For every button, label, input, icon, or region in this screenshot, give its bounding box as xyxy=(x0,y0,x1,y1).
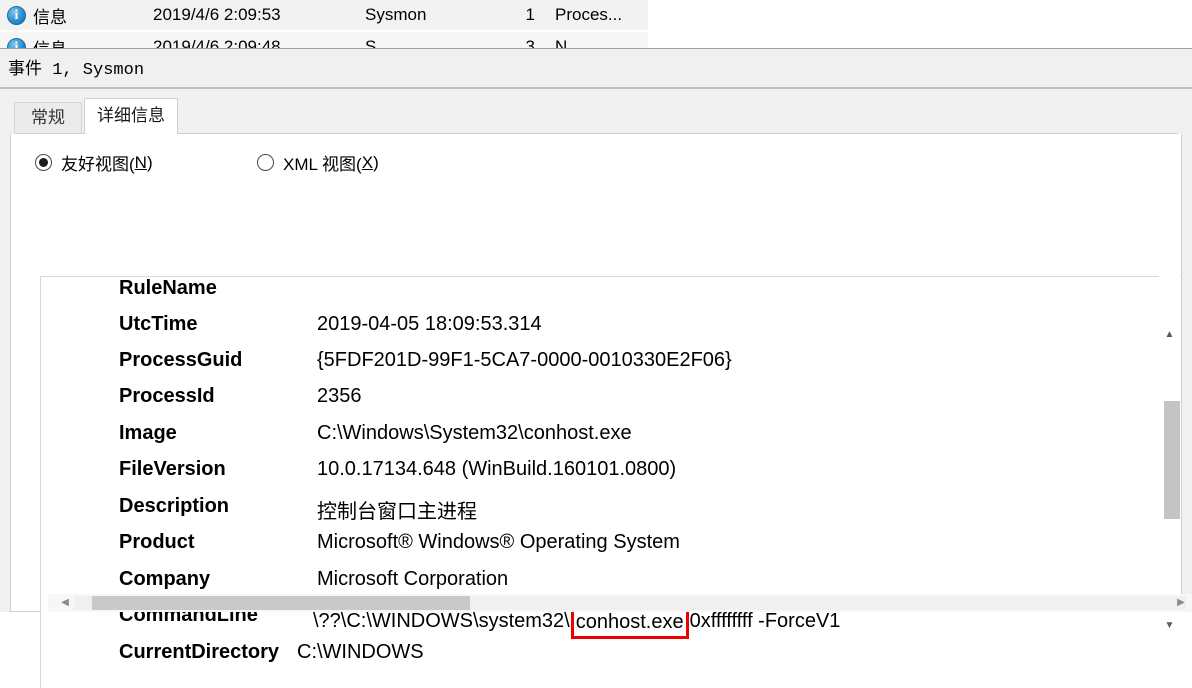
event-id: 1 xyxy=(525,5,535,24)
event-source: S xyxy=(365,37,377,48)
radio-xml-view-label-end: ) xyxy=(373,152,379,172)
detail-label: Description xyxy=(119,495,230,517)
detail-value: C:\WINDOWS xyxy=(297,641,424,663)
tab-baseline xyxy=(14,133,1178,134)
info-icon xyxy=(7,37,26,48)
radio-xml-view-label: XML 视图( xyxy=(283,155,362,174)
event-level: 信息 xyxy=(33,7,67,27)
scroll-left-icon[interactable]: ◀ xyxy=(56,594,74,612)
detail-row: Product Microsoft® Windows® Operating Sy… xyxy=(41,531,1161,567)
title-underline xyxy=(0,87,1192,89)
event-list-row[interactable]: 信息 2019/4/6 2:09:53 Sysmon 1 Proces... xyxy=(0,0,648,30)
radio-xml-view[interactable]: XML 视图(X) xyxy=(257,150,379,175)
horizontal-scroll-thumb[interactable] xyxy=(92,596,470,610)
info-icon xyxy=(7,5,26,25)
scroll-right-icon[interactable]: ▶ xyxy=(1172,594,1190,612)
detail-row: ProcessGuid {5FDF201D-99F1-5CA7-0000-001… xyxy=(41,349,1161,385)
radio-friendly-view[interactable]: 友好视图(N) xyxy=(35,150,153,175)
detail-label: ProcessId xyxy=(119,385,215,407)
detail-value: {5FDF201D-99F1-5CA7-0000-0010330E2F06} xyxy=(317,349,732,371)
event-detail-title: 事件 1, Sysmon xyxy=(0,56,1192,86)
detail-value: Microsoft Corporation xyxy=(317,568,509,590)
detail-label: ProcessGuid xyxy=(119,349,243,371)
radio-friendly-view-label: 友好视图( xyxy=(61,155,135,174)
radio-xml-view-mark[interactable] xyxy=(257,154,274,171)
detail-value: 10.0.17134.648 (WinBuild.160101.0800) xyxy=(317,458,677,480)
event-detail-pane[interactable]: RuleName UtcTime 2019-04-05 18:09:53.314… xyxy=(40,276,1181,688)
tab-active-mask xyxy=(85,132,177,135)
detail-label: CurrentDirectory xyxy=(119,641,280,663)
vertical-scroll-thumb[interactable] xyxy=(1164,401,1180,519)
detail-value: C:\Windows\System32\conhost.exe xyxy=(317,422,632,444)
detail-row: RuleName xyxy=(41,277,1161,313)
detail-label: RuleName xyxy=(119,277,217,299)
detail-value: Microsoft® Windows® Operating System xyxy=(317,531,680,553)
event-level: 信息 xyxy=(33,35,153,49)
detail-label: FileVersion xyxy=(119,458,226,480)
detail-row: Image C:\Windows\System32\conhost.exe xyxy=(41,422,1161,458)
commandline-suffix: 0xffffffff -ForceV1 xyxy=(689,610,841,632)
event-list-row[interactable]: 信息 2019/4/6 2:09:48 S 3 N... xyxy=(0,32,648,48)
radio-friendly-view-label-end: ) xyxy=(146,152,153,172)
detail-row: FileVersion 10.0.17134.648 (WinBuild.160… xyxy=(41,458,1161,494)
detail-label: Company xyxy=(119,568,211,590)
scroll-down-icon[interactable]: ▼ xyxy=(1159,615,1180,636)
radio-friendly-view-mark[interactable] xyxy=(35,154,52,171)
detail-row: CurrentDirectory C:\WINDOWS xyxy=(41,641,1161,677)
detail-vertical-scrollbar[interactable]: ▲ ▼ xyxy=(1159,276,1180,688)
detail-row: UtcTime 2019-04-05 18:09:53.314 xyxy=(41,313,1161,349)
detail-value: 2356 xyxy=(317,385,362,407)
scroll-up-icon[interactable]: ▲ xyxy=(1159,324,1180,345)
detail-value: 控制台窗口主进程 xyxy=(317,501,477,523)
tab-details[interactable]: 详细信息 xyxy=(84,98,178,134)
detail-label: UtcTime xyxy=(119,313,198,335)
detail-label: Product xyxy=(119,531,195,553)
tab-general[interactable]: 常规 xyxy=(14,102,82,134)
event-list[interactable]: 信息 2019/4/6 2:09:53 Sysmon 1 Proces... 信… xyxy=(0,0,1192,48)
event-task-category: Proces... xyxy=(555,5,623,24)
event-datetime: 2019/4/6 2:09:48 xyxy=(153,37,281,48)
radio-xml-view-accel: X xyxy=(361,152,374,172)
event-id: 3 xyxy=(525,37,535,48)
event-task-category: N... xyxy=(555,37,582,48)
detail-value: 2019-04-05 18:09:53.314 xyxy=(317,313,542,335)
radio-friendly-view-accel: N xyxy=(134,152,147,172)
tab-strip: 常规 详细信息 xyxy=(0,96,1192,135)
event-source: Sysmon xyxy=(365,5,427,24)
detail-label: Image xyxy=(119,422,177,444)
detail-row: ProcessId 2356 xyxy=(41,385,1161,421)
event-detail-window: 事件 1, Sysmon 常规 详细信息 友好视图(N) XML 视图(X) R… xyxy=(0,56,1192,688)
detail-horizontal-scrollbar[interactable]: ◀ ▶ xyxy=(48,594,1192,612)
detail-row: Description 控制台窗口主进程 xyxy=(41,495,1161,531)
commandline-prefix: \??\C:\WINDOWS\system32\ xyxy=(313,610,570,632)
event-datetime: 2019/4/6 2:09:53 xyxy=(153,5,281,24)
tab-panel-details: 友好视图(N) XML 视图(X) RuleName UtcTime 2019-… xyxy=(10,134,1182,688)
